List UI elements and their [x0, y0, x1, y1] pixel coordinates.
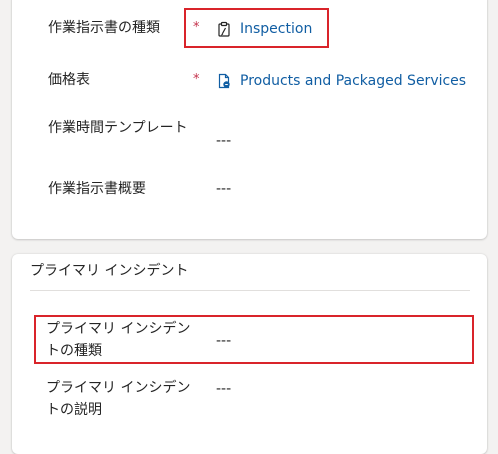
work-order-type-label: 作業指示書の種類 — [48, 20, 160, 36]
primary-incident-section-title: プライマリ インシデント — [30, 263, 189, 279]
work-hour-template-label: 作業時間テンプレート — [48, 120, 188, 136]
primary-incident-description-label: プライマリ インシデントの説明 — [46, 380, 191, 418]
work-order-type-required-mark: * — [193, 20, 200, 35]
work-order-type-value: Inspection — [240, 21, 313, 37]
primary-incident-type-value[interactable]: --- — [216, 331, 231, 351]
primary-incident-description-value[interactable]: --- — [216, 379, 231, 399]
work-order-type-lookup-link[interactable]: Inspection — [216, 19, 312, 39]
work-order-summary-value[interactable]: --- — [216, 179, 231, 199]
price-list-label: 価格表 — [48, 72, 90, 88]
price-list-lookup-link[interactable]: Products and Packaged Services — [216, 71, 466, 91]
work-hour-template-value[interactable]: --- — [216, 131, 231, 151]
section-divider — [30, 290, 470, 291]
work-order-summary-label: 作業指示書概要 — [48, 181, 146, 197]
price-list-icon — [216, 73, 240, 89]
price-list-required-mark: * — [193, 72, 200, 87]
clipboard-icon — [216, 21, 240, 37]
primary-incident-type-label: プライマリ インシデントの種類 — [46, 321, 191, 359]
price-list-value: Products and Packaged Services — [240, 73, 467, 89]
